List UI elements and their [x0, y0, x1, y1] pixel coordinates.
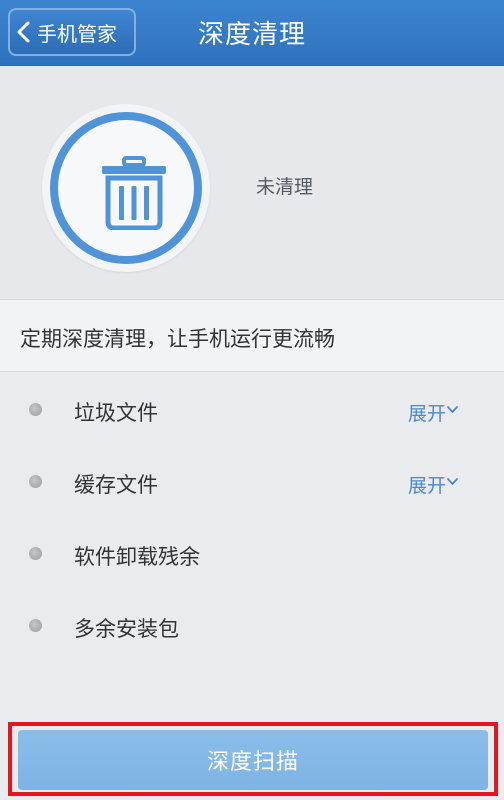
- expand-link[interactable]: 展开: [408, 471, 458, 498]
- expand-link[interactable]: 展开: [408, 399, 458, 426]
- trash-icon: [102, 156, 166, 230]
- expand-label: 展开: [407, 403, 446, 425]
- chevron-down-icon: [447, 405, 458, 413]
- bullet-icon: [29, 619, 42, 632]
- description-text: 定期深度清理，让手机运行更流畅: [20, 327, 335, 351]
- list-item-redundant-packages: 多余安装包: [0, 588, 504, 660]
- list-item-label: 缓存文件: [74, 473, 158, 497]
- page-title: 深度清理: [197, 20, 306, 50]
- expand-label: 展开: [407, 475, 446, 497]
- deep-scan-button[interactable]: 深度扫描: [18, 730, 488, 790]
- description-row: 定期深度清理，让手机运行更流畅: [0, 300, 504, 372]
- bullet-icon: [29, 403, 42, 416]
- app-header: 手机管家 深度清理: [0, 0, 504, 66]
- bullet-icon: [29, 475, 42, 488]
- chevron-down-icon: [447, 477, 458, 485]
- status-icon-container: [42, 104, 210, 272]
- bullet-icon: [29, 547, 42, 560]
- list-item-label: 垃圾文件: [74, 401, 158, 425]
- status-area: 未清理: [0, 66, 504, 300]
- list-item-junk-files: 垃圾文件 展开: [0, 372, 504, 444]
- list-item-uninstall-residue: 软件卸载残余: [0, 516, 504, 588]
- list-item-cache-files: 缓存文件 展开: [0, 444, 504, 516]
- status-text: 未清理: [256, 176, 314, 198]
- list-item-label: 软件卸载残余: [74, 545, 200, 569]
- list-item-label: 多余安装包: [74, 617, 179, 641]
- status-ring: [50, 112, 202, 264]
- cleanup-list: 垃圾文件 展开 缓存文件 展开 软件卸载残余 多余安装包: [0, 372, 504, 660]
